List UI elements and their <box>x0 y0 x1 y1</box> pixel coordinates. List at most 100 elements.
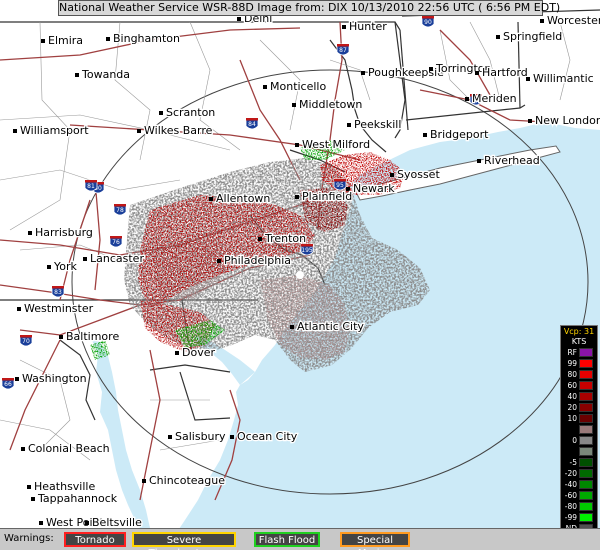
units-label: KTS <box>571 337 587 346</box>
city-label: Meriden <box>472 92 517 105</box>
city-label: Monticello <box>270 80 326 93</box>
legend-row: -99 <box>561 512 597 523</box>
city-marker <box>209 197 213 201</box>
city-label: Wilkes Barre <box>144 124 213 137</box>
city-marker <box>347 123 351 127</box>
interstate-number: 195 <box>301 247 313 254</box>
city-marker <box>39 521 43 525</box>
legend-row: 99 <box>561 358 597 369</box>
legend-row: 10 <box>561 413 597 424</box>
city-label: Scranton <box>166 106 215 119</box>
city-marker <box>31 497 35 501</box>
city-marker <box>59 335 63 339</box>
legend-row: 80 <box>561 369 597 380</box>
city-marker <box>292 103 296 107</box>
legend-row: 20 <box>561 402 597 413</box>
city-marker <box>342 25 346 29</box>
interstate-shield: 81 <box>84 179 98 192</box>
interstate-number: 83 <box>54 289 62 296</box>
legend-swatch <box>579 348 593 357</box>
interstate-shield: 70 <box>19 334 33 347</box>
city-marker <box>230 435 234 439</box>
legend-row: -5 <box>561 457 597 468</box>
city-marker <box>159 111 163 115</box>
city-marker <box>175 351 179 355</box>
legend-row <box>561 424 597 435</box>
city-marker <box>475 71 479 75</box>
city-label: Atlantic City <box>297 320 364 333</box>
city-marker <box>540 19 544 23</box>
city-label: Baltimore <box>66 330 119 343</box>
city-label: Colonial Beach <box>28 442 110 455</box>
city-label: Lancaster <box>90 252 144 265</box>
city-label: Westminster <box>24 302 94 315</box>
city-label: Hartford <box>482 66 528 79</box>
city-marker <box>47 265 51 269</box>
city-label: Syosset <box>397 168 440 181</box>
legend-swatch <box>579 436 593 445</box>
warnings-bar: Warnings: Tornado Severe Thunderstorm Flas… <box>0 528 600 559</box>
legend-value: -99 <box>564 513 577 522</box>
interstate-shield: 195 <box>300 243 314 256</box>
legend-swatch <box>579 381 593 390</box>
city-marker <box>106 37 110 41</box>
interstate-number: 87 <box>339 47 347 54</box>
interstate-shield: 78 <box>113 203 127 216</box>
legend-swatch <box>579 469 593 478</box>
legend-value: RF <box>567 348 577 357</box>
city-marker <box>168 435 172 439</box>
city-label: Chincoteague <box>149 474 225 487</box>
legend-row: -20 <box>561 468 597 479</box>
legend-value: 10 <box>567 414 577 423</box>
city-marker <box>83 257 87 261</box>
city-label: Hunter <box>349 20 387 33</box>
city-label: Worcester <box>547 14 600 27</box>
city-label: Harrisburg <box>35 226 93 239</box>
radar-title: National Weather Service WSR-88D Image f… <box>58 0 561 16</box>
warning-button[interactable]: Special Marine <box>340 532 410 559</box>
city-marker <box>75 73 79 77</box>
city-label: New London <box>535 114 600 127</box>
legend-swatch <box>579 403 593 412</box>
city-label: Newark <box>353 182 395 195</box>
interstate-number: 78 <box>116 207 124 214</box>
city-marker <box>263 85 267 89</box>
legend-swatch <box>579 502 593 511</box>
city-marker <box>465 97 469 101</box>
city-marker <box>477 159 481 163</box>
legend-swatch <box>579 359 593 368</box>
legend-row: RF <box>561 347 597 358</box>
city-marker <box>526 77 530 81</box>
legend-swatch <box>579 447 593 456</box>
city-marker <box>295 143 299 147</box>
interstate-shield: 76 <box>109 235 123 248</box>
legend-value: 99 <box>567 359 577 368</box>
city-marker <box>15 377 19 381</box>
city-label: Towanda <box>81 68 130 81</box>
legend-swatch <box>579 480 593 489</box>
interstate-shield: 95 <box>333 178 347 191</box>
legend-value: 60 <box>567 381 577 390</box>
legend-value: 20 <box>567 403 577 412</box>
city-label: Salisbury <box>175 430 226 443</box>
legend-swatch <box>579 370 593 379</box>
legend-row: -60 <box>561 490 597 501</box>
city-marker <box>142 479 146 483</box>
city-label: Bridgeport <box>430 128 489 141</box>
city-label: Peekskill <box>354 118 401 131</box>
warning-button[interactable]: Severe Thunderstorm <box>132 532 236 559</box>
city-marker <box>28 231 32 235</box>
city-marker <box>17 307 21 311</box>
city-label: Allentown <box>216 192 270 205</box>
city-marker <box>295 195 299 199</box>
city-marker <box>27 485 31 489</box>
city-marker <box>390 173 394 177</box>
city-marker <box>361 71 365 75</box>
legend-swatch <box>579 414 593 423</box>
warning-button[interactable]: Tornado <box>64 532 126 547</box>
interstate-shield: 83 <box>51 285 65 298</box>
warning-button[interactable]: Flash Flood <box>254 532 320 547</box>
legend-row: 60 <box>561 380 597 391</box>
interstate-shield: 90 <box>421 15 435 28</box>
legend-value: 40 <box>567 392 577 401</box>
